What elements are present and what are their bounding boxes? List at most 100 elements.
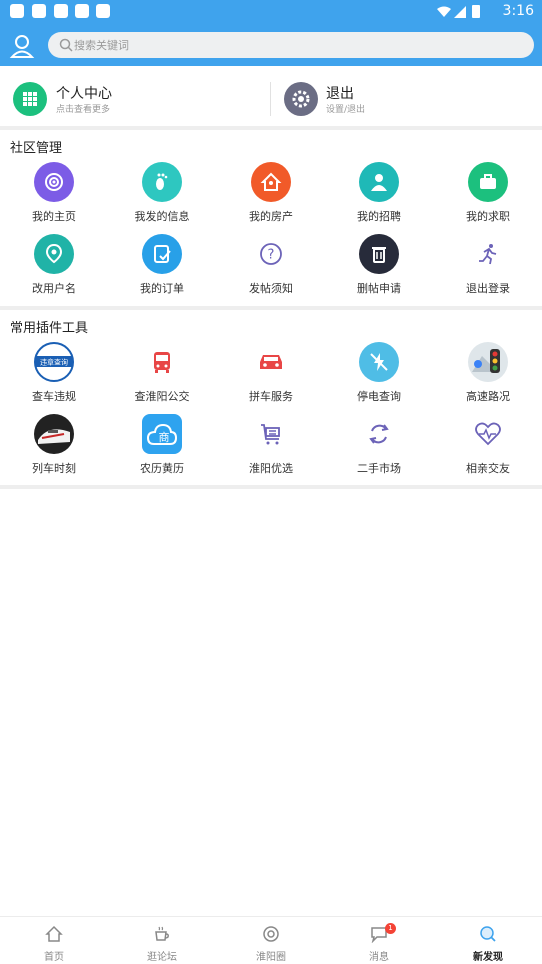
grid-item-train-schedule[interactable]: 列车时刻 — [0, 414, 108, 484]
grid-item-my-recruitment[interactable]: 我的招聘 — [325, 162, 433, 232]
grid-item-label: 查车违规 — [32, 390, 76, 403]
user-icon[interactable] — [8, 32, 36, 60]
grid-item-label: 列车时刻 — [32, 462, 76, 475]
grid-item-label: 停电查询 — [357, 390, 401, 403]
tab-discover[interactable]: 新发现 — [434, 917, 542, 964]
grid-item-label: 淮阳优选 — [249, 462, 293, 475]
location-icon — [34, 234, 74, 274]
grid-item-label: 改用户名 — [32, 282, 76, 295]
grid-item-my-homepage[interactable]: 我的主页 — [0, 162, 108, 232]
grid-item-lunar-calendar[interactable]: 商 农历黄历 — [108, 414, 216, 484]
notification-icon — [10, 4, 24, 18]
grid-item-label: 查淮阳公交 — [134, 390, 190, 403]
tab-bar: 首页 逛论坛 淮阳圈 1 消息 新发现 — [0, 916, 542, 964]
grid-item-my-posts[interactable]: 我发的信息 — [108, 162, 216, 232]
search-placeholder: 搜索关键词 — [74, 39, 129, 52]
grid-item-label: 我的订单 — [140, 282, 184, 295]
recruit-icon — [359, 162, 399, 202]
grid-item-label: 二手市场 — [357, 462, 401, 475]
grid-item-label: 删帖申请 — [357, 282, 401, 295]
personal-center-title: 个人中心 — [56, 86, 112, 102]
podcast-icon — [34, 162, 74, 202]
grid-item-highway-traffic[interactable]: 高速路况 — [434, 342, 542, 412]
grid-item-change-username[interactable]: 改用户名 — [0, 234, 108, 304]
house-icon — [251, 162, 291, 202]
grid-item-job-seeking[interactable]: 我的求职 — [434, 162, 542, 232]
footprint-icon — [142, 162, 182, 202]
grid-item-dating[interactable]: 相亲交友 — [434, 414, 542, 484]
grid-item-posting-rules[interactable]: ? 发帖须知 — [217, 234, 325, 304]
status-bar: 3:16 — [0, 0, 542, 24]
recycle-icon — [359, 414, 399, 454]
tab-label: 新发现 — [473, 952, 503, 963]
grid-item-power-outage[interactable]: 停电查询 — [325, 342, 433, 412]
grid-item-label: 我的求职 — [466, 210, 510, 223]
section-title: 常用插件工具 — [10, 321, 89, 336]
discover-icon — [480, 926, 496, 942]
logout-subtitle: 设置/退出 — [326, 105, 366, 115]
circle-icon — [263, 926, 279, 942]
header-cards: 个人中心 点击查看更多 退出 设置/退出 — [0, 66, 542, 130]
tab-label: 首页 — [44, 952, 64, 963]
grid-item-second-hand[interactable]: 二手市场 — [325, 414, 433, 484]
logout-card[interactable]: 退出 设置/退出 — [271, 66, 542, 130]
home-icon — [45, 925, 63, 942]
grid-item-label: 我的主页 — [32, 210, 76, 223]
settings-icon — [284, 82, 318, 116]
tab-label: 淮阳圈 — [256, 952, 286, 963]
logout-title: 退出 — [326, 86, 354, 102]
grid-item-my-property[interactable]: 我的房产 — [217, 162, 325, 232]
traffic-light-icon — [468, 342, 508, 382]
coffee-icon — [155, 926, 169, 941]
tab-label: 消息 — [369, 952, 389, 963]
grid-item-label: 我的招聘 — [357, 210, 401, 223]
grid-item-label: 相亲交友 — [466, 462, 510, 475]
grid-item-label: 发帖须知 — [249, 282, 293, 295]
grid-item-label: 我的房产 — [249, 210, 293, 223]
power-outage-icon — [359, 342, 399, 382]
trash-icon — [359, 234, 399, 274]
grid-icon — [13, 82, 47, 116]
tab-circle[interactable]: 淮阳圈 — [217, 917, 325, 964]
grid-item-label: 我发的信息 — [134, 210, 190, 223]
violation-tile-text: 违章查询 — [40, 358, 68, 367]
grid-item-huaiyang-select[interactable]: 淮阳优选 — [217, 414, 325, 484]
search-input[interactable]: 搜索关键词 — [48, 32, 534, 58]
running-icon — [468, 234, 508, 274]
grid-item-carpool[interactable]: 拼车服务 — [217, 342, 325, 412]
grid-item-delete-request[interactable]: 删帖申请 — [325, 234, 433, 304]
cloud-calendar-icon: 商 — [142, 414, 182, 454]
grid-item-sign-out[interactable]: 退出登录 — [434, 234, 542, 304]
train-icon — [34, 414, 74, 454]
car-icon — [251, 342, 291, 382]
tab-forum[interactable]: 逛论坛 — [108, 917, 216, 964]
grid-item-label: 农历黄历 — [140, 462, 184, 475]
grid-item-label: 拼车服务 — [249, 390, 293, 403]
traffic-violation-icon: 违章查询 — [34, 342, 74, 382]
top-bar: 搜索关键词 — [0, 24, 542, 66]
calendar-tile-text: 商 — [159, 430, 170, 444]
cart-icon — [251, 414, 291, 454]
notification-icon — [75, 4, 89, 18]
signal-battery-icons — [437, 5, 480, 18]
section-divider — [0, 306, 542, 310]
order-icon — [142, 234, 182, 274]
message-badge: 1 — [385, 923, 396, 934]
grid-item-traffic-violation[interactable]: 违章查询 查车违规 — [0, 342, 108, 412]
notification-icon — [96, 4, 110, 18]
briefcase-icon — [468, 162, 508, 202]
tab-home[interactable]: 首页 — [0, 917, 108, 964]
notification-icon — [54, 4, 68, 18]
search-icon — [59, 38, 73, 52]
section-divider — [0, 485, 542, 489]
community-section: 社区管理 我的主页 我发的信息 我的房产 我的招聘 我的求职 改用户名 我的订单… — [0, 134, 542, 310]
grid-item-label: 高速路况 — [466, 390, 510, 403]
grid-item-my-orders[interactable]: 我的订单 — [108, 234, 216, 304]
grid-item-huaiyang-bus[interactable]: 查淮阳公交 — [108, 342, 216, 412]
personal-center-subtitle: 点击查看更多 — [56, 105, 111, 115]
tab-messages[interactable]: 1 消息 — [325, 917, 433, 964]
tab-label: 逛论坛 — [147, 952, 177, 963]
svg-text:?: ? — [268, 248, 275, 263]
personal-center-card[interactable]: 个人中心 点击查看更多 — [0, 66, 270, 130]
bus-icon — [142, 342, 182, 382]
